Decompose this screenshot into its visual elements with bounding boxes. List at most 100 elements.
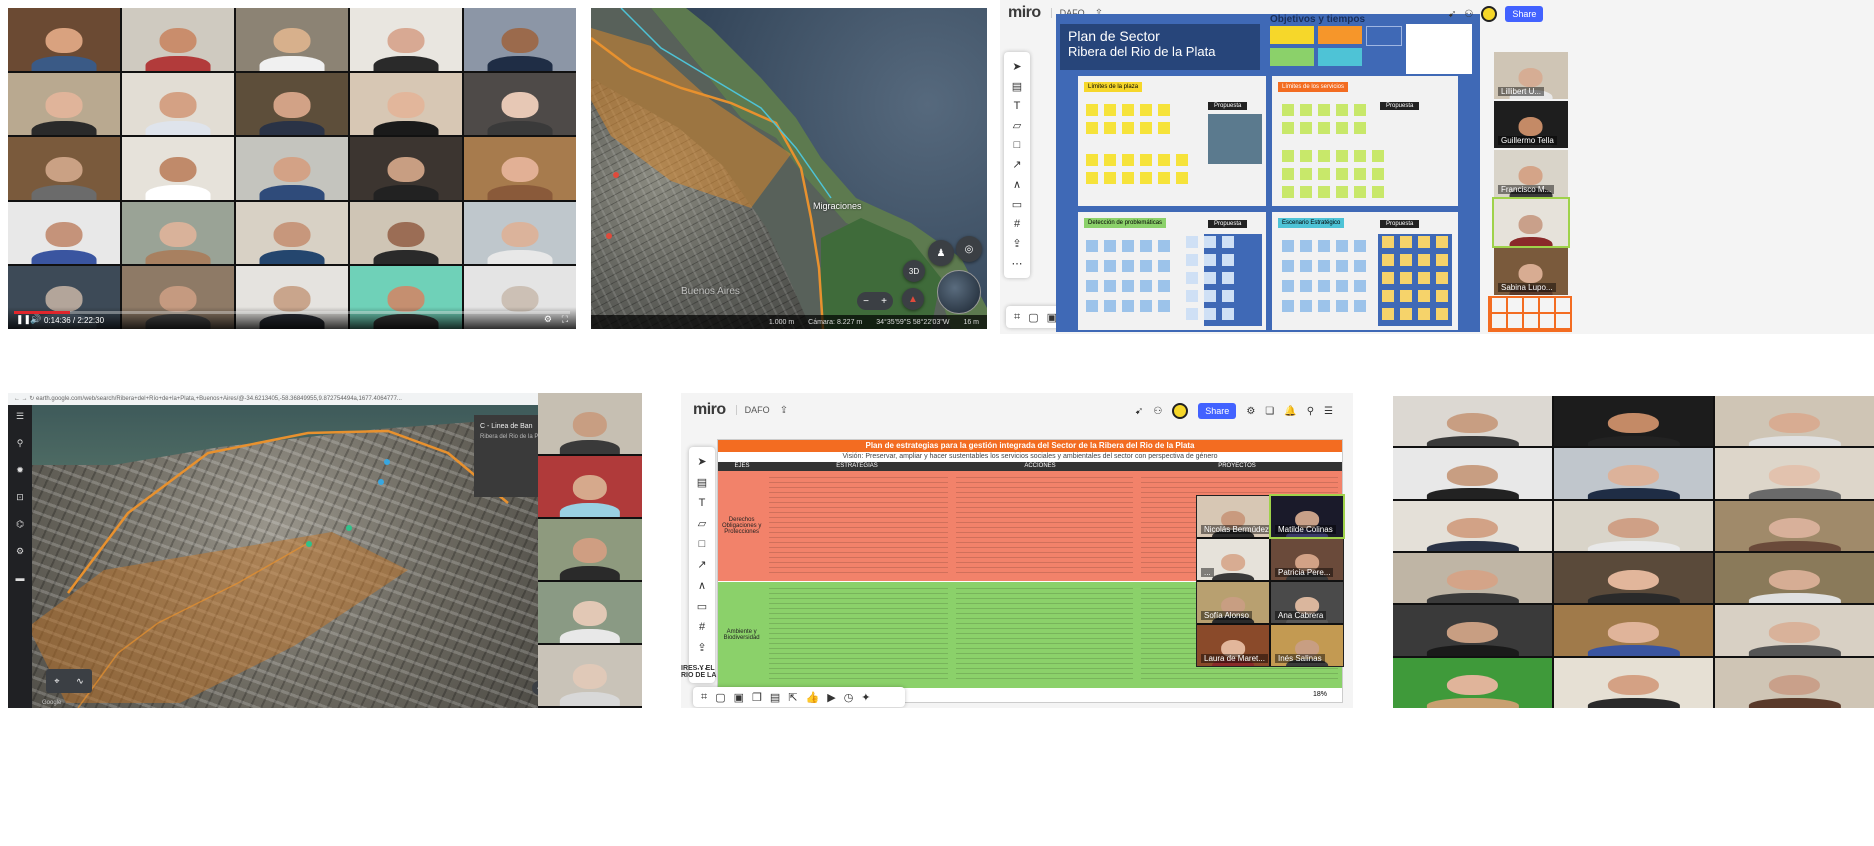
template-icon[interactable]: ▤ <box>697 476 707 489</box>
collaborators-icon[interactable]: ⚇ <box>1464 9 1473 20</box>
sticky-note[interactable] <box>1176 172 1188 184</box>
share-screen-icon[interactable]: ⇱ <box>788 691 797 704</box>
sticky-note[interactable] <box>1104 172 1116 184</box>
sticky-note[interactable] <box>1158 300 1170 312</box>
sticky-note[interactable] <box>1122 260 1134 272</box>
sticky-note[interactable] <box>1318 150 1330 162</box>
participant-tile[interactable] <box>236 8 348 71</box>
participant-tile[interactable] <box>8 137 120 200</box>
participant-tile[interactable] <box>1715 396 1874 447</box>
earth-3d-panel[interactable]: ← → ↻ earth.google.com/web/search/Ribera… <box>8 393 642 708</box>
sticky-note[interactable] <box>1158 280 1170 292</box>
attention-icon[interactable]: ✦ <box>861 691 870 704</box>
sticky-note[interactable] <box>1086 104 1098 116</box>
participant-tile[interactable] <box>464 8 576 71</box>
participant-tile[interactable] <box>122 8 234 71</box>
sticky-note[interactable] <box>1400 290 1412 302</box>
miro-logo[interactable]: miro <box>1008 4 1041 22</box>
sticky-note[interactable] <box>1204 308 1216 320</box>
sticky-note[interactable] <box>1086 122 1098 134</box>
comments-icon[interactable]: ▢ <box>1028 311 1038 324</box>
participant-tile[interactable] <box>1715 657 1874 708</box>
participant-tile[interactable]: Sofía Alonso <box>1197 582 1269 623</box>
miro-board-panel[interactable]: miro DAFO ⇪ ➤ ▤ T ▱ □ ↗ ∧ ▭ # ⇪ ⋯ ⌗ ▢ ▣ … <box>1000 0 1874 334</box>
participant-tile[interactable] <box>1554 552 1713 604</box>
sticky-note[interactable] <box>1336 168 1348 180</box>
participant-tile[interactable] <box>122 72 234 136</box>
sticky-note-icon[interactable]: ▱ <box>1013 119 1021 132</box>
sticky-note[interactable] <box>1282 168 1294 180</box>
map-pin-icon[interactable] <box>606 233 612 239</box>
sticky-note[interactable] <box>1158 122 1170 134</box>
share-button[interactable]: Share <box>1198 403 1237 419</box>
compass-icon[interactable]: ▲ <box>902 288 924 310</box>
sticky-note[interactable] <box>1158 154 1170 166</box>
map-pin-icon[interactable] <box>384 459 390 465</box>
sticky-note[interactable] <box>1318 240 1330 252</box>
sticky-note[interactable] <box>1140 104 1152 116</box>
participant-tile[interactable]: Inés Salinas <box>1271 625 1343 666</box>
participant-tile[interactable]: Guillermo Tella <box>1494 101 1568 148</box>
participant-tile[interactable] <box>236 201 348 265</box>
sticky-note-icon[interactable]: ▱ <box>698 517 706 530</box>
sticky-note[interactable] <box>1418 308 1430 320</box>
sticky-note[interactable] <box>1300 150 1312 162</box>
sticky-note[interactable] <box>1300 240 1312 252</box>
cursor-icon[interactable]: ➤ <box>1012 60 1021 73</box>
participant-tile[interactable] <box>1393 605 1552 656</box>
sticky-note[interactable] <box>1336 260 1348 272</box>
map-pin-icon[interactable] <box>613 172 619 178</box>
chat-icon[interactable]: ▣ <box>734 691 744 704</box>
sticky-note[interactable] <box>1354 280 1366 292</box>
participant-tile[interactable] <box>1393 657 1552 708</box>
sticky-note[interactable] <box>1382 272 1394 284</box>
line-icon[interactable]: ↗ <box>697 558 706 571</box>
reactions-icon[interactable]: ➹ <box>1448 9 1456 20</box>
sticky-note[interactable] <box>1158 240 1170 252</box>
pause-icon[interactable]: ❚❚ <box>16 314 31 325</box>
participant-tile[interactable] <box>538 582 642 643</box>
participant-tile[interactable] <box>1715 500 1874 551</box>
sticky-note[interactable] <box>1282 260 1294 272</box>
sticky-note[interactable] <box>1400 236 1412 248</box>
shape-icon[interactable]: □ <box>699 538 706 550</box>
participant-tile[interactable] <box>538 645 642 706</box>
my-location-button[interactable]: ◎ <box>956 236 982 262</box>
text-icon[interactable]: T <box>1014 100 1021 112</box>
participant-tile[interactable] <box>1554 657 1713 708</box>
pin-icon[interactable]: ⌖ <box>54 676 59 687</box>
sticky-note[interactable] <box>1104 260 1116 272</box>
sticky-note[interactable] <box>1336 280 1348 292</box>
participant-tile[interactable] <box>1715 448 1874 499</box>
migraciones-label[interactable]: Migraciones <box>813 201 862 211</box>
sticky-note[interactable] <box>1436 290 1448 302</box>
sticky-note[interactable] <box>1372 186 1384 198</box>
sticky-note[interactable] <box>1300 280 1312 292</box>
participant-tile[interactable] <box>8 8 120 71</box>
participant-tile[interactable] <box>1393 448 1552 499</box>
sticky-note[interactable] <box>1282 104 1294 116</box>
like-icon[interactable]: 👍 <box>806 691 820 704</box>
participant-tile[interactable] <box>350 201 462 265</box>
sticky-note[interactable] <box>1400 308 1412 320</box>
participant-tile[interactable]: ... <box>1197 539 1269 580</box>
volume-icon[interactable]: 🔊 <box>30 314 41 325</box>
board-icon[interactable]: ▤ <box>770 691 780 704</box>
sticky-note[interactable] <box>1140 122 1152 134</box>
participant-tile[interactable] <box>1554 448 1713 499</box>
sticky-note[interactable] <box>1186 272 1198 284</box>
user-avatar[interactable] <box>1172 403 1189 419</box>
participant-tile[interactable] <box>350 137 462 200</box>
fullscreen-icon[interactable]: ⛶ <box>562 314 568 325</box>
search-icon[interactable]: ⚲ <box>17 438 24 449</box>
sticky-note[interactable] <box>1104 154 1116 166</box>
participant-tile[interactable] <box>236 72 348 136</box>
sticky-note[interactable] <box>1282 122 1294 134</box>
notifications-icon[interactable]: 🔔 <box>1284 406 1296 417</box>
pen-icon[interactable]: ∧ <box>698 579 706 592</box>
sticky-note[interactable] <box>1354 186 1366 198</box>
sticky-note[interactable] <box>1418 254 1430 266</box>
sticky-note[interactable] <box>1354 150 1366 162</box>
participant-tile[interactable]: Ana Cabrera <box>1271 582 1343 623</box>
sticky-note[interactable] <box>1354 168 1366 180</box>
